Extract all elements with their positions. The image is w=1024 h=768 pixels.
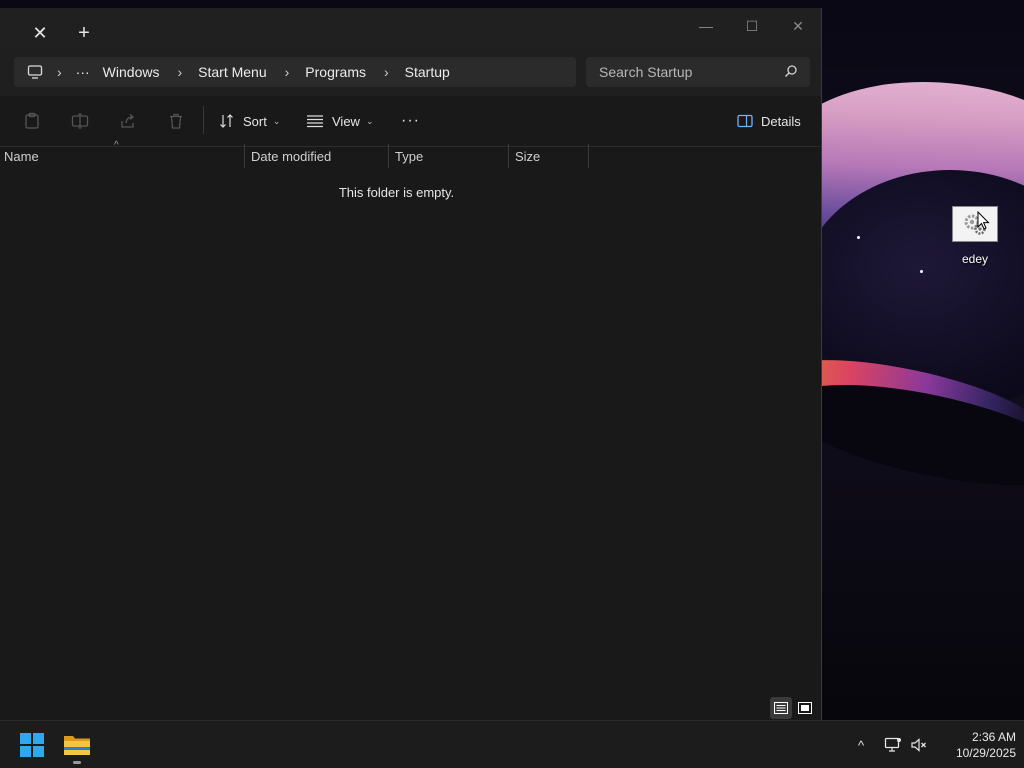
view-button[interactable]: View ⌄	[306, 108, 374, 134]
large-icons-view-toggle[interactable]	[794, 697, 816, 719]
show-hidden-icons-button[interactable]: ^	[851, 735, 871, 755]
large-icons-view-icon	[798, 702, 812, 714]
breadcrumb-start-menu[interactable]: Start Menu	[198, 64, 266, 80]
command-bar: Sort ⌄ View ⌄ ··· Details	[0, 96, 821, 147]
details-pane-button[interactable]: Details	[737, 108, 801, 134]
gear-icon	[952, 206, 998, 242]
network-icon[interactable]	[883, 735, 903, 755]
chevron-down-icon: ⌄	[365, 115, 374, 126]
desktop-shortcut-label: edey	[961, 252, 989, 266]
mouse-cursor-icon	[977, 211, 990, 230]
search-icon[interactable]	[784, 64, 798, 78]
paste-icon[interactable]	[22, 111, 42, 131]
share-icon[interactable]	[118, 111, 138, 131]
wallpaper-sparkle	[920, 270, 923, 273]
breadcrumb-programs[interactable]: Programs	[305, 64, 366, 80]
search-placeholder: Search Startup	[599, 64, 693, 80]
address-bar[interactable]: › ··· Windows › Start Menu › Programs › …	[14, 57, 576, 87]
details-view-toggle[interactable]	[770, 697, 792, 719]
column-divider[interactable]	[388, 144, 389, 168]
minimize-button[interactable]: —	[686, 14, 726, 38]
maximize-button[interactable]: ☐	[732, 14, 772, 38]
column-header-row: ^ Name Date modified Type Size	[0, 140, 821, 170]
details-view-icon	[774, 702, 788, 714]
sort-label: Sort	[243, 113, 267, 129]
view-label: View	[332, 113, 360, 129]
title-bar: ✕ + — ☐ ✕	[0, 8, 821, 48]
system-clock[interactable]: 2:36 AM 10/29/2025	[930, 729, 1016, 761]
new-tab-button[interactable]: +	[72, 21, 96, 45]
column-date-modified[interactable]: Date modified	[251, 149, 331, 164]
empty-folder-message: This folder is empty.	[338, 185, 455, 200]
file-explorer-taskbar-icon[interactable]	[63, 732, 91, 758]
sort-button[interactable]: Sort ⌄	[219, 108, 280, 134]
column-divider[interactable]	[588, 144, 589, 168]
breadcrumb-startup[interactable]: Startup	[405, 64, 450, 80]
file-explorer-window: ✕ + — ☐ ✕ › ··· Windows › Start Menu › P…	[0, 8, 822, 720]
close-window-button[interactable]: ✕	[778, 14, 818, 38]
column-divider[interactable]	[508, 144, 509, 168]
column-type[interactable]: Type	[395, 149, 423, 164]
this-pc-icon[interactable]	[27, 64, 43, 80]
taskbar: ^ 2:36 AM 10/29/2025	[0, 720, 1024, 768]
windows-start-icon[interactable]	[20, 733, 44, 757]
volume-muted-icon[interactable]	[909, 735, 929, 755]
more-options-button[interactable]: ···	[401, 108, 420, 134]
column-divider[interactable]	[244, 144, 245, 168]
toolbar-divider	[203, 106, 204, 134]
delete-icon[interactable]	[166, 111, 186, 131]
chevron-right-icon[interactable]: ›	[384, 64, 389, 80]
rename-icon[interactable]	[70, 111, 90, 131]
wallpaper-sparkle	[857, 236, 860, 239]
column-name[interactable]: Name	[4, 149, 39, 164]
view-icon	[307, 115, 323, 128]
close-tab-button[interactable]: ✕	[28, 21, 52, 45]
clock-time: 2:36 AM	[971, 730, 1016, 744]
chevron-right-icon[interactable]: ›	[285, 64, 290, 80]
sort-ascending-icon: ^	[114, 140, 119, 151]
running-app-indicator	[73, 761, 81, 764]
navigation-bar: › ··· Windows › Start Menu › Programs › …	[0, 48, 821, 96]
details-label: Details	[761, 113, 801, 129]
details-pane-icon	[737, 114, 753, 128]
desktop-shortcut-edey[interactable]: edey	[944, 206, 1006, 272]
sort-icon	[220, 114, 233, 128]
breadcrumb-overflow[interactable]: ···	[76, 64, 90, 80]
clock-date: 10/29/2025	[955, 746, 1016, 760]
breadcrumb-windows[interactable]: Windows	[103, 64, 160, 80]
chevron-down-icon: ⌄	[272, 115, 281, 126]
column-size[interactable]: Size	[515, 149, 540, 164]
chevron-right-icon[interactable]: ›	[57, 64, 62, 80]
search-input[interactable]: Search Startup	[586, 57, 810, 87]
chevron-right-icon[interactable]: ›	[177, 64, 182, 80]
